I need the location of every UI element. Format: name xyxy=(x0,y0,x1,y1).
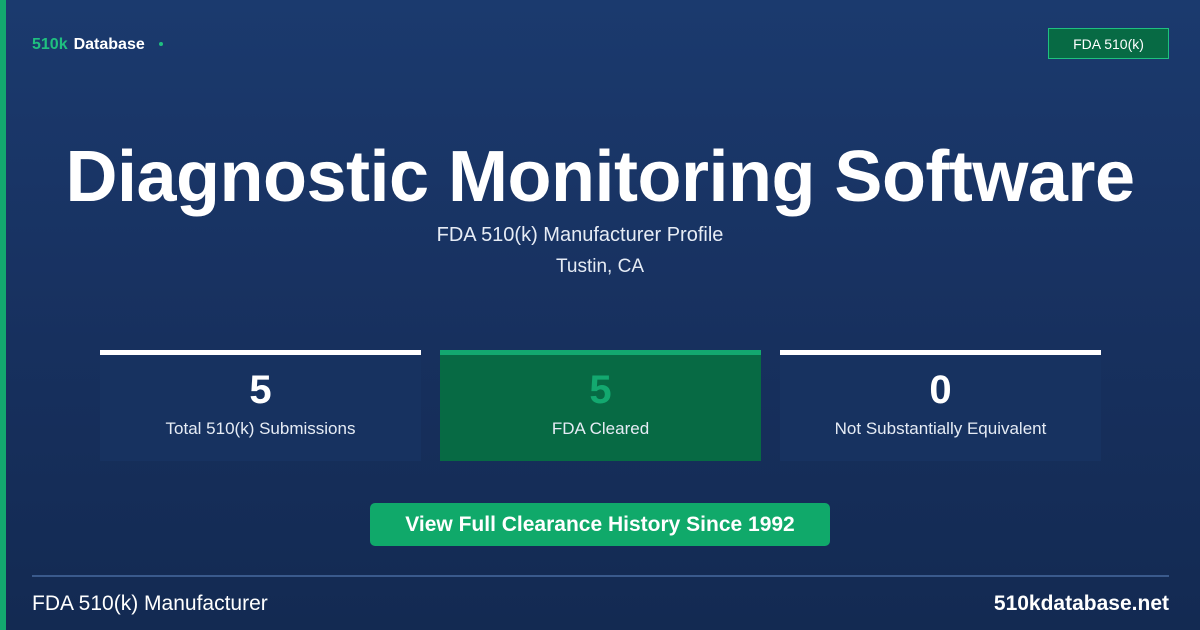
stat-value: 5 xyxy=(589,368,612,412)
brand-part-510k: 510k xyxy=(32,36,68,53)
brand-part-database: Database xyxy=(73,36,145,53)
footer-label: FDA 510(k) Manufacturer xyxy=(32,592,268,615)
stat-value: 0 xyxy=(929,368,952,412)
page-title: Diagnostic Monitoring Software xyxy=(65,137,1135,217)
stat-label: Total 510(k) Submissions xyxy=(165,419,356,438)
left-accent-bar xyxy=(0,0,6,630)
footer-site-link[interactable]: 510kdatabase.net xyxy=(994,592,1169,616)
manufacturer-location: Tustin, CA xyxy=(556,256,644,277)
stat-value: 5 xyxy=(249,368,272,412)
stat-card-total-submissions: 5 Total 510(k) Submissions xyxy=(100,350,421,461)
stat-label: FDA Cleared xyxy=(551,419,650,438)
stat-card-not-substantially-equivalent: 0 Not Substantially Equivalent xyxy=(780,350,1101,461)
page-subtitle: FDA 510(k) Manufacturer Profile xyxy=(436,224,724,246)
view-clearance-history-button[interactable]: View Full Clearance History Since 1992 xyxy=(370,503,830,546)
brand-dot-icon xyxy=(158,42,163,46)
footer-divider xyxy=(32,575,1169,577)
fda-510k-badge: FDA 510(k) xyxy=(1048,28,1169,59)
stat-label: Not Substantially Equivalent xyxy=(834,419,1047,438)
brand-logo[interactable]: 510k Database xyxy=(32,36,163,54)
stat-card-fda-cleared: 5 FDA Cleared xyxy=(440,350,761,461)
